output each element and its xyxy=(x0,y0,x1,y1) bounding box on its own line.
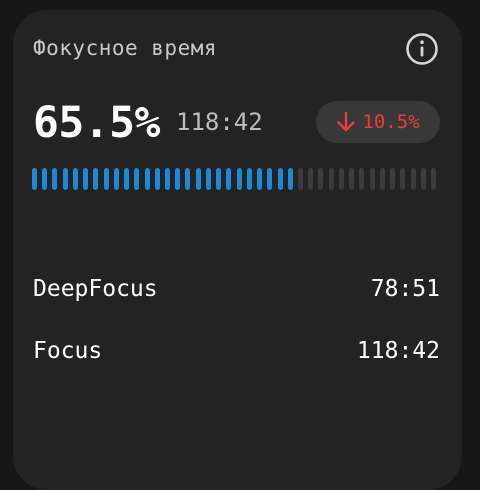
arrow-down-icon xyxy=(336,111,356,133)
progress-tick-filled xyxy=(165,168,170,190)
progress-tick-filled xyxy=(154,168,160,190)
row-value-focus: 118:42 xyxy=(356,338,440,364)
progress-tick-empty xyxy=(400,168,406,190)
progress-tick-filled xyxy=(205,168,211,190)
change-badge: 10.5% xyxy=(316,101,440,143)
progress-tick-filled xyxy=(62,168,68,190)
card-title: Фокусное время xyxy=(33,36,218,60)
focus-percent: 65.5% xyxy=(33,98,160,148)
progress-tick-empty xyxy=(420,168,426,190)
progress-tick-empty xyxy=(410,168,416,190)
progress-tick-empty xyxy=(298,168,303,190)
progress-tick-filled xyxy=(72,168,78,190)
progress-tick-empty xyxy=(359,168,365,190)
progress-tick-filled xyxy=(175,168,181,190)
progress-tick-filled xyxy=(277,168,283,190)
progress-tick-filled xyxy=(124,168,130,190)
progress-tick-filled xyxy=(257,168,263,190)
progress-tick-filled xyxy=(144,168,150,190)
progress-tick-empty xyxy=(379,168,385,190)
progress-tick-filled xyxy=(113,168,119,190)
progress-tick-filled xyxy=(52,168,58,190)
progress-tick-empty xyxy=(328,168,334,190)
info-icon[interactable] xyxy=(405,32,439,66)
progress-tick-empty xyxy=(431,168,436,190)
change-value: 10.5% xyxy=(362,111,420,133)
progress-tick-filled xyxy=(267,168,273,190)
progress-tick-filled xyxy=(185,168,191,190)
progress-tick-filled xyxy=(32,168,37,190)
progress-tick-empty xyxy=(338,168,344,190)
row-value-deepfocus: 78:51 xyxy=(370,276,440,302)
progress-tick-empty xyxy=(318,168,324,190)
row-label-deepfocus: DeepFocus xyxy=(33,276,158,302)
progress-tick-filled xyxy=(83,168,89,190)
progress-tick-filled xyxy=(246,168,252,190)
total-time: 118:42 xyxy=(176,108,263,136)
progress-tick-empty xyxy=(308,168,314,190)
focus-time-card: Фокусное время 65.5% 118:42 10.5% DeepFo… xyxy=(13,10,462,490)
row-label-focus: Focus xyxy=(33,338,103,364)
progress-tick-filled xyxy=(236,168,242,190)
focus-progress-bar xyxy=(32,168,436,190)
progress-tick-filled xyxy=(42,168,48,190)
progress-tick-filled xyxy=(216,168,222,190)
progress-tick-empty xyxy=(369,168,375,190)
progress-tick-filled xyxy=(134,168,140,190)
progress-tick-filled xyxy=(195,168,201,190)
progress-tick-filled xyxy=(103,168,109,190)
progress-tick-filled xyxy=(93,168,99,190)
progress-tick-empty xyxy=(390,168,396,190)
progress-tick-filled xyxy=(287,168,293,190)
progress-tick-empty xyxy=(349,168,355,190)
progress-tick-filled xyxy=(226,168,232,190)
